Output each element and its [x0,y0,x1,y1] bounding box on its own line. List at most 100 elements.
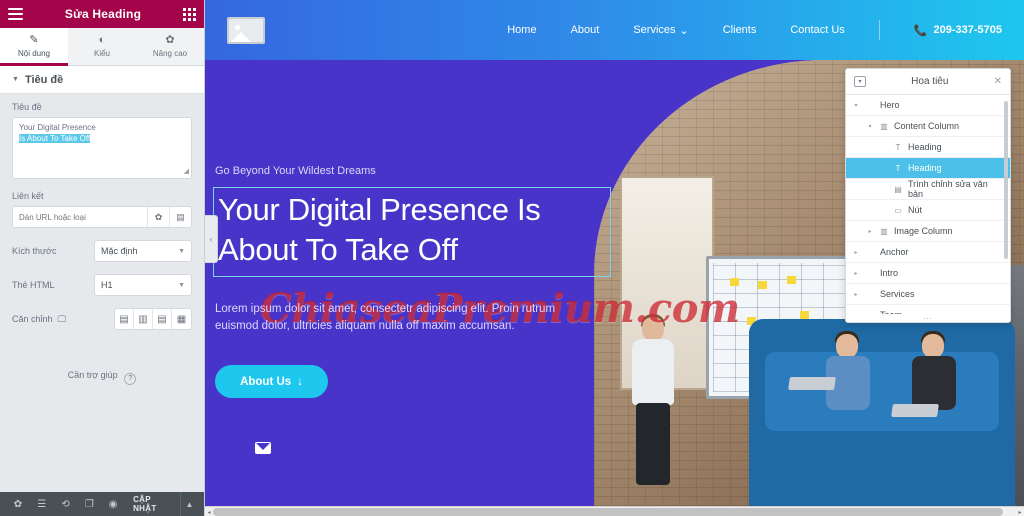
navigator-item[interactable]: ▭ Nút [846,200,1010,221]
navigator-item[interactable]: T Heading [846,158,1010,179]
size-select-value: Mặc định [101,246,138,256]
navigator-resize-handle[interactable]: ⋯ [846,314,1010,323]
tab-nang-cao[interactable]: ✿ Nâng cao [136,28,204,65]
chevron-icon[interactable]: ▸ [866,228,874,235]
couch [748,318,1016,506]
chevron-icon[interactable]: ▾ [866,123,874,130]
nav-item-clients[interactable]: Clients [723,24,757,36]
hero-heading-line-2: About To Take Off [218,232,458,267]
align-left-button[interactable]: ▤ [115,309,134,329]
gear-icon: ✿ [165,34,175,46]
scroll-left-arrow-icon[interactable]: ◂ [205,507,213,516]
title-line-2: Is About To Take Off [19,134,91,143]
envelope-icon[interactable] [255,442,271,454]
resize-grip-icon[interactable]: ◢ [184,166,189,177]
update-button[interactable]: CẬP NHẬT [125,492,181,516]
header-phone[interactable]: 📞 209-337-5705 [914,24,1002,37]
help-row[interactable]: Cần trợ giúp ? [12,342,192,385]
navigator-scrollbar[interactable] [1004,101,1008,259]
update-options-arrow-icon[interactable]: ▲ [180,492,198,516]
navigator-item[interactable]: ▸ Anchor [846,242,1010,263]
field-size-label: Kích thước [12,246,57,256]
field-align-label: Căn chỉnh [12,314,53,324]
hamburger-icon[interactable] [8,8,23,20]
link-input[interactable] [13,207,147,227]
desktop-device-icon[interactable]: 🖵 [58,314,67,325]
hero-heading-selected-box[interactable]: Your Digital Presence Is About To Take O… [213,187,611,277]
title-textarea[interactable]: Your Digital Presence Is About To Take O… [12,117,192,179]
dock-icon[interactable]: ▾ [854,76,866,87]
nav-item-home[interactable]: Home [507,24,536,36]
help-label: Cần trợ giúp [67,370,118,380]
tab-kieu[interactable]: ◐ Kiểu [68,28,136,65]
link-input-row: ✿ ▤ [12,206,192,228]
layers-icon[interactable]: ☰ [30,492,54,516]
link-dynamic-tags-icon[interactable]: ▤ [169,207,191,227]
image-placeholder-icon[interactable] [227,16,265,44]
chevron-icon[interactable]: ▸ [852,270,860,277]
field-link: Liên kết ✿ ▤ [12,191,192,228]
collapse-panel-handle[interactable]: ‹ [205,215,218,263]
nav-item-services[interactable]: Services ⌄ [633,24,688,37]
settings-icon[interactable]: ✿ [6,492,30,516]
hero-paragraph: Lorem ipsum dolor sit amet, consectetr a… [215,303,556,332]
navigator-item-label: Heading [908,142,942,152]
section-header-tieu-de[interactable]: ▼ Tiêu đề [0,66,204,94]
close-icon[interactable]: ✕ [994,76,1002,87]
editor-panel-body: Tiêu đề Your Digital Presence Is About T… [0,94,204,492]
navigator-item-label: Heading [908,163,942,173]
about-us-button[interactable]: About Us ↓ [215,365,328,398]
chevron-icon[interactable]: ▾ [852,102,860,109]
navigator-item[interactable]: ▾ ▥ Content Column [846,116,1010,137]
align-center-button[interactable]: ▥ [134,309,153,329]
navigator-item-label: Trình chỉnh sửa văn bản [908,179,988,199]
editor-panel-header: Sửa Heading [0,0,204,28]
phone-icon: 📞 [913,24,928,37]
responsive-icon[interactable]: ❐ [77,492,101,516]
navigator-item-label: Anchor [880,247,909,257]
nav-item-contact-us[interactable]: Contact Us [790,24,844,36]
button-icon: ▭ [894,205,902,215]
navigator-item[interactable]: ▸ Team [846,305,1010,314]
nav-item-about[interactable]: About [571,24,600,36]
editor-icon: ▤ [894,184,902,194]
navigator-item[interactable]: T Heading [846,137,1010,158]
horizontal-scrollbar-thumb[interactable] [213,508,1003,516]
navigator-item[interactable]: ▸ Services [846,284,1010,305]
html-tag-select[interactable]: H1 ▼ [94,274,192,296]
editor-footer-bar: ✿ ☰ ⟲ ❐ ◉ CẬP NHẬT ▲ [0,492,204,516]
field-align: Căn chỉnh 🖵 ▤ ▥ ▤ ▦ [12,308,192,330]
navigator-item-label: Image Column [894,226,953,236]
size-select[interactable]: Mặc định ▼ [94,240,192,262]
help-question-icon[interactable]: ? [124,372,137,385]
preview-eye-icon[interactable]: ◉ [101,492,125,516]
scroll-right-arrow-icon[interactable]: ▸ [1016,507,1024,516]
field-size: Kích thước Mặc định ▼ [12,240,192,262]
hero-eyebrow: Go Beyond Your Wildest Dreams [215,165,376,177]
editor-panel: Sửa Heading ✎ Nội dung ◐ Kiểu ✿ Nâng cao… [0,0,205,516]
align-right-button[interactable]: ▤ [153,309,172,329]
chevron-icon[interactable]: ▸ [852,291,860,298]
chevron-icon[interactable]: ▸ [852,249,860,256]
grid-icon[interactable] [183,7,196,21]
tab-noi-dung[interactable]: ✎ Nội dung [0,28,68,66]
navigator-item[interactable]: ▸ ▥ Image Column [846,221,1010,242]
seated-person-2 [910,330,964,444]
update-button-group: CẬP NHẬT ▲ [125,492,198,516]
navigator-item[interactable]: ▤ Trình chỉnh sửa văn bản [846,179,1010,200]
navigator-item[interactable]: ▸ Intro [846,263,1010,284]
title-line-1: Your Digital Presence [19,123,96,132]
navigator-item-label: Services [880,289,915,299]
chevron-icon[interactable]: ▸ [852,312,860,315]
navigator-item[interactable]: ▾ Hero [846,95,1010,116]
horizontal-scrollbar[interactable]: ◂ ▸ [205,506,1024,516]
navigator-list: ▾ Hero ▾ ▥ Content Column T Heading T Heading ▤ Tr… [846,95,1010,314]
align-justify-button[interactable]: ▦ [172,309,191,329]
text-icon: T [895,142,901,152]
link-options-gear-icon[interactable]: ✿ [147,207,169,227]
navigator-item-label: Hero [880,100,900,110]
field-title-label: Tiêu đề [12,102,42,112]
history-icon[interactable]: ⟲ [54,492,78,516]
chevron-down-icon: ▼ [12,76,19,83]
laptop-1 [787,377,836,391]
